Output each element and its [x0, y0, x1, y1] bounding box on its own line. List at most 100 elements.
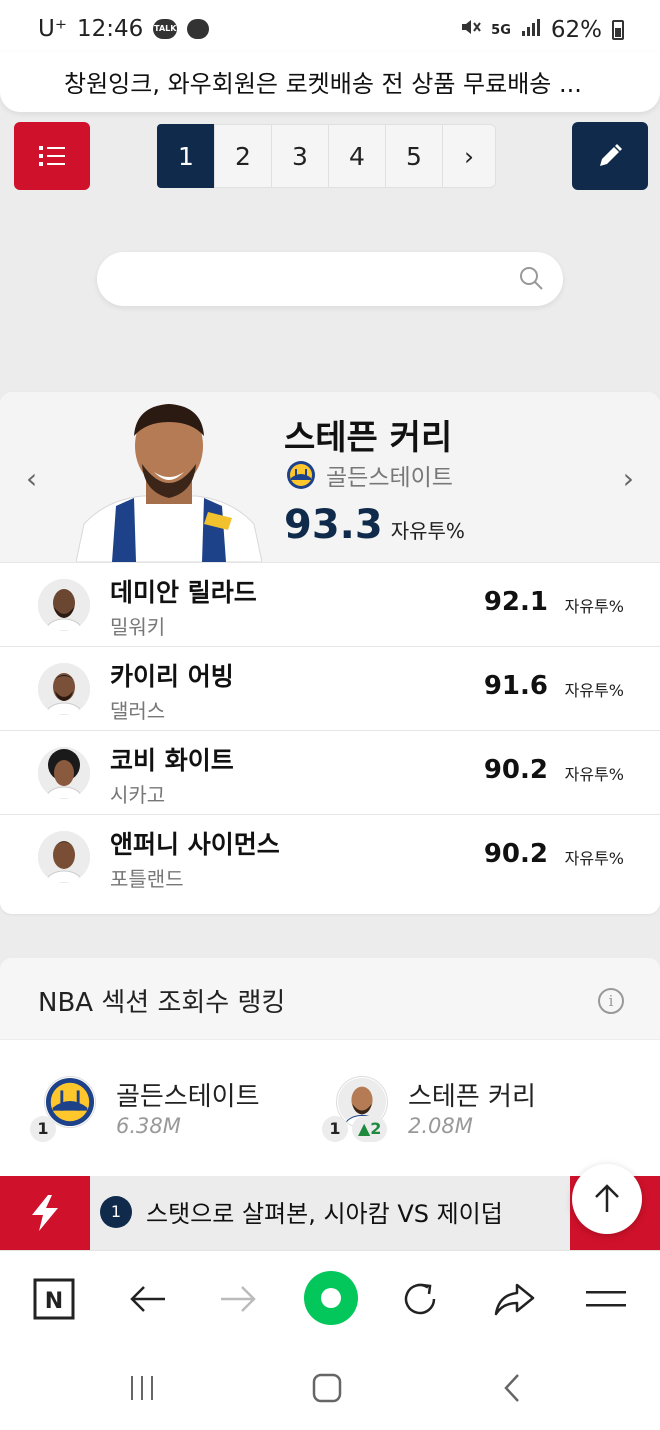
mute-icon [459, 16, 481, 44]
battery-label: 62% [550, 17, 602, 43]
player-name: 데미안 릴라드 [110, 578, 257, 607]
carrier-label: U⁺ [38, 16, 67, 42]
player-avatar [38, 579, 90, 631]
rank-badge: 1 [30, 1116, 56, 1142]
player-avatar [38, 747, 90, 799]
breaking-news-bar[interactable]: 1 스탯으로 살펴본, 시아캄 VS 제이덥 [0, 1176, 660, 1250]
ranking-row[interactable]: 앤퍼니 사이먼스 포틀랜드 90.2 자유투% [0, 814, 660, 898]
search-bar [97, 252, 563, 306]
ad-banner[interactable]: 창원잉크, 와우회원은 로켓배송 전 상품 무료배송 ... [0, 52, 660, 112]
svg-text:N: N [45, 1289, 63, 1314]
prev-stat-arrow-icon[interactable]: ‹ [26, 462, 37, 495]
player-stat-unit: 자유투% [564, 849, 624, 868]
breaking-news-content[interactable]: 1 스탯으로 살펴본, 시아캄 VS 제이덥 [100, 1194, 503, 1229]
system-back-button[interactable] [492, 1368, 532, 1408]
warriors-logo-icon [287, 461, 315, 489]
recent-apps-button[interactable] [122, 1368, 162, 1408]
player-avatar [38, 663, 90, 715]
back-button[interactable] [122, 1273, 174, 1325]
leader-team: 골든스테이트 [286, 458, 453, 492]
player-name: 앤퍼니 사이먼스 [110, 830, 280, 859]
next-stat-arrow-icon[interactable]: › [623, 462, 634, 495]
player-stat-unit: 자유투% [564, 597, 624, 616]
views-ranking-header: NBA 섹션 조회수 랭킹 i [0, 958, 660, 1040]
signal-icon [521, 17, 541, 43]
player-avatar [38, 831, 90, 883]
forward-button[interactable] [212, 1273, 264, 1325]
free-throw-leaders-card: ‹ 스테픈 커리 골든스테이트 93.3 자유투% › 데미안 릴라드 밀워키 … [0, 392, 660, 914]
menu-list-button[interactable] [14, 122, 90, 190]
refresh-icon [404, 1283, 436, 1315]
ranking-row[interactable]: 코비 화이트 시카고 90.2 자유투% [0, 730, 660, 814]
views-ranking-title: NBA 섹션 조회수 랭킹 [38, 988, 286, 1018]
player-stat-value: 92.1 [483, 587, 548, 617]
page-5-button[interactable]: 5 [385, 124, 443, 188]
player-stat-value: 90.2 [483, 755, 548, 785]
flash-icon [0, 1176, 90, 1250]
arrow-left-icon [130, 1286, 165, 1312]
player-team: 시카고 [110, 783, 166, 807]
message-icon [187, 19, 210, 39]
player-team: 댈러스 [110, 699, 166, 723]
news-headline[interactable]: 스탯으로 살펴본, 시아캄 VS 제이덥 [146, 1194, 503, 1229]
search-input[interactable] [117, 262, 497, 296]
arrow-up-icon [595, 1184, 619, 1212]
player-stat-unit: 자유투% [564, 681, 624, 700]
player-stat-value: 91.6 [483, 671, 548, 701]
views-item-name: 골든스테이트 [116, 1082, 260, 1112]
search-icon[interactable] [517, 264, 545, 296]
leader-hero: ‹ 스테픈 커리 골든스테이트 93.3 자유투% › [0, 392, 660, 562]
chevron-left-icon [504, 1374, 519, 1402]
menu-button[interactable] [580, 1273, 632, 1325]
system-navigation-bar [0, 1346, 660, 1430]
views-item-name: 스테픈 커리 [408, 1082, 536, 1112]
next-page-button[interactable]: › [442, 124, 496, 188]
refresh-button[interactable] [394, 1273, 446, 1325]
info-icon[interactable]: i [598, 988, 624, 1014]
page-2-button[interactable]: 2 [214, 124, 272, 188]
ranking-row[interactable]: 데미안 릴라드 밀워키 92.1 자유투% [0, 562, 660, 646]
browser-toolbar: N [0, 1250, 660, 1346]
rank-badge: 1 [322, 1116, 348, 1142]
share-button[interactable] [488, 1273, 540, 1325]
recent-apps-icon [131, 1376, 153, 1400]
battery-icon [612, 20, 624, 40]
naver-logo-icon: N [33, 1278, 75, 1320]
naver-home-button[interactable]: N [28, 1273, 80, 1325]
ad-banner-text[interactable]: 창원잉크, 와우회원은 로켓배송 전 상품 무료배송 ... [64, 64, 582, 99]
leader-name[interactable]: 스테픈 커리 [284, 410, 452, 459]
kakaotalk-icon: TALK [153, 19, 178, 39]
leader-team-label: 골든스테이트 [326, 465, 453, 491]
leader-stat-unit: 자유투% [390, 519, 465, 543]
leader-stat: 93.3 자유투% [284, 502, 465, 548]
edit-button[interactable] [572, 122, 648, 190]
player-stat-unit: 자유투% [564, 765, 624, 784]
page-1-button[interactable]: 1 [157, 124, 215, 188]
hamburger-icon [586, 1291, 626, 1307]
player-team: 밀워키 [110, 615, 166, 639]
views-item-count: 6.38M [116, 1114, 181, 1138]
pagination: 1 2 3 4 5 › [157, 124, 496, 188]
pencil-icon [600, 144, 622, 166]
page-4-button[interactable]: 4 [328, 124, 386, 188]
player-name: 카이리 어빙 [110, 662, 234, 691]
player-name: 코비 화이트 [110, 746, 234, 775]
scroll-to-top-button[interactable] [572, 1164, 642, 1234]
player-team: 포틀랜드 [110, 867, 184, 891]
news-number-badge: 1 [100, 1195, 132, 1228]
ranking-row[interactable]: 카이리 어빙 댈러스 91.6 자유투% [0, 646, 660, 730]
page-3-button[interactable]: 3 [271, 124, 329, 188]
arrow-right-icon [221, 1286, 256, 1312]
list-icon [39, 146, 65, 166]
leader-player-photo [76, 404, 262, 562]
share-icon [494, 1283, 535, 1316]
home-icon [312, 1373, 342, 1403]
home-button[interactable] [307, 1368, 347, 1408]
rank-change-badge: ▲2 [352, 1116, 388, 1142]
views-item-count: 2.08M [408, 1114, 473, 1138]
clock: 12:46 [76, 16, 144, 42]
player-stat-value: 90.2 [483, 839, 548, 869]
network-label: 5G [491, 22, 511, 38]
green-dot-button[interactable] [304, 1271, 358, 1325]
leader-stat-value: 93.3 [284, 502, 383, 548]
